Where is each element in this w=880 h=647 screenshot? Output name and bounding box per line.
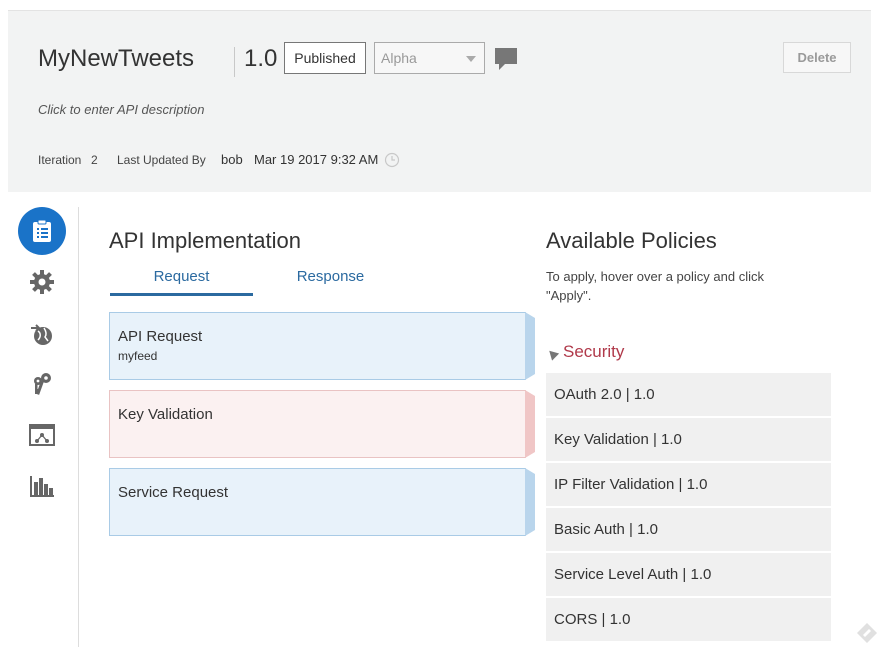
last-updated-time: Mar 19 2017 9:32 AM <box>254 152 379 167</box>
policy-service-level-auth[interactable]: Service Level Auth | 1.0 <box>546 553 831 596</box>
title-divider <box>234 47 235 77</box>
flow-api-request-endpoint: myfeed <box>118 349 158 363</box>
policy-ip-filter[interactable]: IP Filter Validation | 1.0 <box>546 463 831 506</box>
last-updated-user: bob <box>221 152 243 167</box>
clock-icon <box>384 152 400 173</box>
flow-key-validation[interactable]: Key Validation <box>109 390 526 458</box>
last-updated-label: Last Updated By <box>117 153 206 167</box>
flow-connector-arrow <box>525 468 535 536</box>
collapse-triangle-icon <box>545 346 560 361</box>
flow-api-request-label: API Request <box>118 328 203 345</box>
stage-select[interactable]: Alpha <box>374 42 485 74</box>
api-detail-page: MyNewTweets 1.0 Published Alpha Delete C… <box>0 0 880 647</box>
tab-response[interactable]: Response <box>259 268 402 285</box>
sidebar-divider <box>78 207 79 647</box>
api-description-field[interactable]: Click to enter API description <box>38 102 204 117</box>
chevron-down-icon <box>466 56 476 62</box>
feedback-icon[interactable] <box>856 622 878 647</box>
api-version: 1.0 <box>244 45 278 72</box>
implementation-title: API Implementation <box>109 228 301 253</box>
flow-key-validation-label: Key Validation <box>118 406 213 423</box>
comment-icon[interactable] <box>494 47 518 76</box>
globe-deploy-icon[interactable] <box>18 310 66 358</box>
tab-request[interactable]: Request <box>110 268 253 285</box>
published-status-button[interactable]: Published <box>284 42 366 74</box>
iteration-value: 2 <box>91 153 98 167</box>
delete-button[interactable]: Delete <box>783 42 851 73</box>
active-tab-indicator <box>110 293 253 296</box>
security-group-label: Security <box>563 342 625 361</box>
settings-gear-icon[interactable] <box>18 258 66 306</box>
api-header: MyNewTweets 1.0 Published Alpha Delete C… <box>8 10 871 192</box>
policy-key-validation[interactable]: Key Validation | 1.0 <box>546 418 831 461</box>
stage-select-value: Alpha <box>381 50 417 66</box>
policy-oauth[interactable]: OAuth 2.0 | 1.0 <box>546 373 831 416</box>
analytics-chart-icon[interactable] <box>18 462 66 510</box>
keys-grants-icon[interactable] <box>18 360 66 408</box>
flow-api-request[interactable]: API Request myfeed <box>109 312 526 380</box>
policy-cors[interactable]: CORS | 1.0 <box>546 598 831 641</box>
policy-list: OAuth 2.0 | 1.0 Key Validation | 1.0 IP … <box>546 373 831 643</box>
security-group-toggle[interactable]: Security <box>545 342 625 362</box>
flow-service-request[interactable]: Service Request <box>109 468 526 536</box>
policies-hint: To apply, hover over a policy and click … <box>546 269 764 303</box>
iteration-label: Iteration <box>38 153 82 167</box>
publication-icon[interactable] <box>18 411 66 459</box>
flow-service-request-label: Service Request <box>118 484 229 501</box>
api-name[interactable]: MyNewTweets <box>38 45 194 73</box>
policy-basic-auth[interactable]: Basic Auth | 1.0 <box>546 508 831 551</box>
policies-title: Available Policies <box>546 228 717 253</box>
flow-connector-arrow <box>525 312 535 380</box>
api-implementation-icon[interactable] <box>18 207 66 255</box>
flow-connector-arrow <box>525 390 535 458</box>
